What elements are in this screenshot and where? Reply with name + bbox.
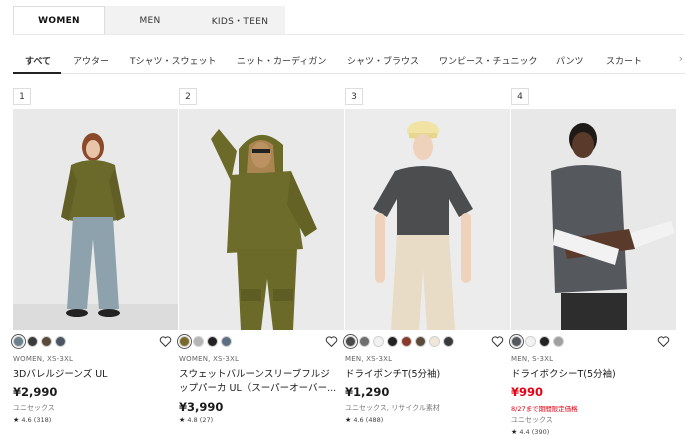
rating-value: 4.6	[21, 416, 32, 424]
product-price: ¥990	[511, 385, 544, 399]
color-swatch[interactable]	[525, 336, 536, 347]
color-swatches	[345, 336, 454, 350]
color-swatch[interactable]	[55, 336, 66, 347]
product-rating: ★ 4.6 (488)	[345, 416, 383, 424]
color-swatches	[179, 336, 232, 350]
product-image[interactable]	[511, 109, 676, 330]
category-pants[interactable]: パンツ	[556, 54, 583, 67]
product-rating: ★ 4.6 (318)	[13, 416, 51, 424]
product-price: ¥1,290	[345, 385, 390, 399]
category-active-underline	[13, 72, 61, 74]
review-count: (390)	[531, 428, 550, 436]
review-count: (318)	[33, 416, 52, 424]
star-icon: ★	[511, 428, 518, 436]
color-swatch[interactable]	[193, 336, 204, 347]
product-sub: ユニセックス	[13, 404, 55, 412]
color-swatch[interactable]	[401, 336, 412, 347]
category-tabs: すべて アウター Tシャツ・スウェット ニット・カーディガン シャツ・ブラウス …	[13, 48, 685, 74]
rating-value: 4.4	[519, 428, 530, 436]
rank-badge: 2	[179, 88, 197, 105]
product-card[interactable]: 3 MEN, XS-3XL ドライポンチT(5分袖) ¥1,290 ユニセックス…	[345, 88, 510, 437]
product-name[interactable]: ドライポンチT(5分袖)	[345, 368, 505, 382]
chevron-right-icon[interactable]: ›	[679, 52, 683, 65]
product-meta: MEN, S-3XL	[511, 355, 554, 363]
color-swatches	[511, 336, 564, 350]
product-price: ¥2,990	[13, 385, 58, 399]
color-swatch[interactable]	[221, 336, 232, 347]
rank-badge: 1	[13, 88, 31, 105]
category-tshirt-sweat[interactable]: Tシャツ・スウェット	[130, 54, 217, 67]
product-card[interactable]: 1 WOMEN, XS-3XL 3Dバレルジーンズ UL ¥2,990 ユニセッ…	[13, 88, 178, 437]
heart-icon[interactable]	[491, 335, 504, 348]
product-rating: ★ 4.4 (390)	[511, 428, 549, 436]
category-skirt[interactable]: スカート	[606, 54, 642, 67]
star-icon: ★	[179, 416, 186, 424]
tab-kids-teen[interactable]: KIDS・TEEN	[195, 6, 285, 35]
promo-text: 8/27まで期間限定価格	[511, 405, 578, 413]
review-count: (488)	[365, 416, 384, 424]
heart-icon[interactable]	[325, 335, 338, 348]
color-swatch[interactable]	[13, 336, 24, 347]
review-count: (27)	[199, 416, 214, 424]
gender-tabs: WOMEN MEN KIDS・TEEN	[13, 6, 285, 35]
product-meta: WOMEN, XS-3XL	[13, 355, 74, 363]
rank-badge: 3	[345, 88, 363, 105]
color-swatch[interactable]	[539, 336, 550, 347]
color-swatch[interactable]	[41, 336, 52, 347]
category-onepiece-tunic[interactable]: ワンピース・チュニック	[439, 54, 538, 67]
color-swatch[interactable]	[373, 336, 384, 347]
category-knit-cardigan[interactable]: ニット・カーディガン	[237, 54, 326, 67]
divider	[13, 34, 684, 35]
rating-value: 4.8	[187, 416, 198, 424]
color-swatch[interactable]	[553, 336, 564, 347]
product-image[interactable]	[179, 109, 344, 330]
color-swatch[interactable]	[511, 336, 522, 347]
product-card[interactable]: 4 MEN, S-3XL ドライボクシーT(5分袖) ¥990 8/27まで期間…	[511, 88, 676, 437]
heart-icon[interactable]	[657, 335, 670, 348]
star-icon: ★	[13, 416, 20, 424]
product-image[interactable]	[345, 109, 510, 330]
star-icon: ★	[345, 416, 352, 424]
heart-icon[interactable]	[159, 335, 172, 348]
product-name[interactable]: ドライボクシーT(5分袖)	[511, 368, 671, 382]
color-swatch[interactable]	[345, 336, 356, 347]
color-swatch[interactable]	[429, 336, 440, 347]
color-swatch[interactable]	[443, 336, 454, 347]
color-swatch[interactable]	[179, 336, 190, 347]
color-swatch[interactable]	[415, 336, 426, 347]
product-rating: ★ 4.8 (27)	[179, 416, 213, 424]
product-meta: MEN, XS-3XL	[345, 355, 393, 363]
product-price: ¥3,990	[179, 400, 224, 414]
rating-value: 4.6	[353, 416, 364, 424]
product-name[interactable]: 3Dバレルジーンズ UL	[13, 368, 173, 382]
color-swatch[interactable]	[27, 336, 38, 347]
product-sub: ユニセックス	[511, 416, 553, 424]
color-swatch[interactable]	[207, 336, 218, 347]
color-swatches	[13, 336, 66, 350]
tab-men[interactable]: MEN	[105, 6, 195, 35]
tab-women[interactable]: WOMEN	[13, 6, 105, 35]
color-swatch[interactable]	[387, 336, 398, 347]
product-meta: WOMEN, XS-3XL	[179, 355, 240, 363]
category-baseline	[13, 73, 685, 74]
product-name[interactable]: スウェットバルーンスリーブフルジップパーカ UL（スーパーオーバー...	[179, 368, 339, 396]
product-sub: ユニセックス, リサイクル素材	[345, 404, 440, 412]
rank-badge: 4	[511, 88, 529, 105]
color-swatch[interactable]	[359, 336, 370, 347]
category-shirt-blouse[interactable]: シャツ・ブラウス	[347, 54, 419, 67]
product-image[interactable]	[13, 109, 178, 330]
product-card[interactable]: 2 WOMEN, XS-3XL スウェットバルーンスリーブフルジップパーカ UL…	[179, 88, 344, 437]
category-outer[interactable]: アウター	[73, 54, 109, 67]
category-all[interactable]: すべて	[25, 54, 51, 67]
